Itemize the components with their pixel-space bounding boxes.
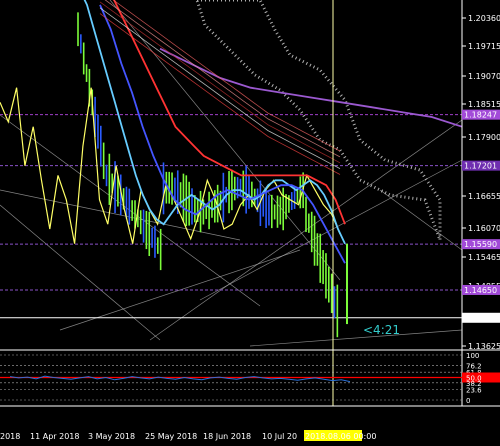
price-label-text: 1.14079 [464,314,497,323]
time-axis: 2018 11 Apr 2018 3 May 2018 25 May 2018 18 J… [0,430,376,441]
time-label: 10 Jul 20 [262,432,297,441]
time-label: 2018 [0,432,20,441]
subwindow-tick-label: 100 [466,352,479,360]
countdown-label: <4:21 [363,323,400,337]
time-label: 11 Apr 2018 [30,432,79,441]
price-tick-label: 1.19715 [468,42,500,51]
subwindow-tick-label: 23.6 [466,386,482,394]
price-tick-label: 1.18515 [468,100,500,109]
time-label: 3 May 2018 [88,432,135,441]
price-label-text: 1.18247 [464,111,497,120]
price-label-text: 1.15590 [464,240,497,249]
price-tick-label: 1.16655 [468,192,500,201]
price-label-text: 1.17201 [464,162,497,171]
price-label-text: 1.14650 [464,286,497,295]
price-tick-label: 1.20360 [468,14,500,23]
forex-chart: 1.20360 1.19715 1.19070 1.18515 1.17900 1.172… [0,0,500,446]
time-label: 18 Jun 2018 [203,432,251,441]
time-label: 2018.08.06 00:00 [305,432,376,441]
price-tick-label: 1.15465 [468,253,500,262]
price-tick-label: 1.19070 [468,72,500,81]
subwindow-tick-label: 0 [466,397,470,405]
price-tick-label: 1.16070 [468,224,500,233]
price-tick-label: 1.17900 [468,133,500,142]
time-label: 25 May 2018 [145,432,197,441]
